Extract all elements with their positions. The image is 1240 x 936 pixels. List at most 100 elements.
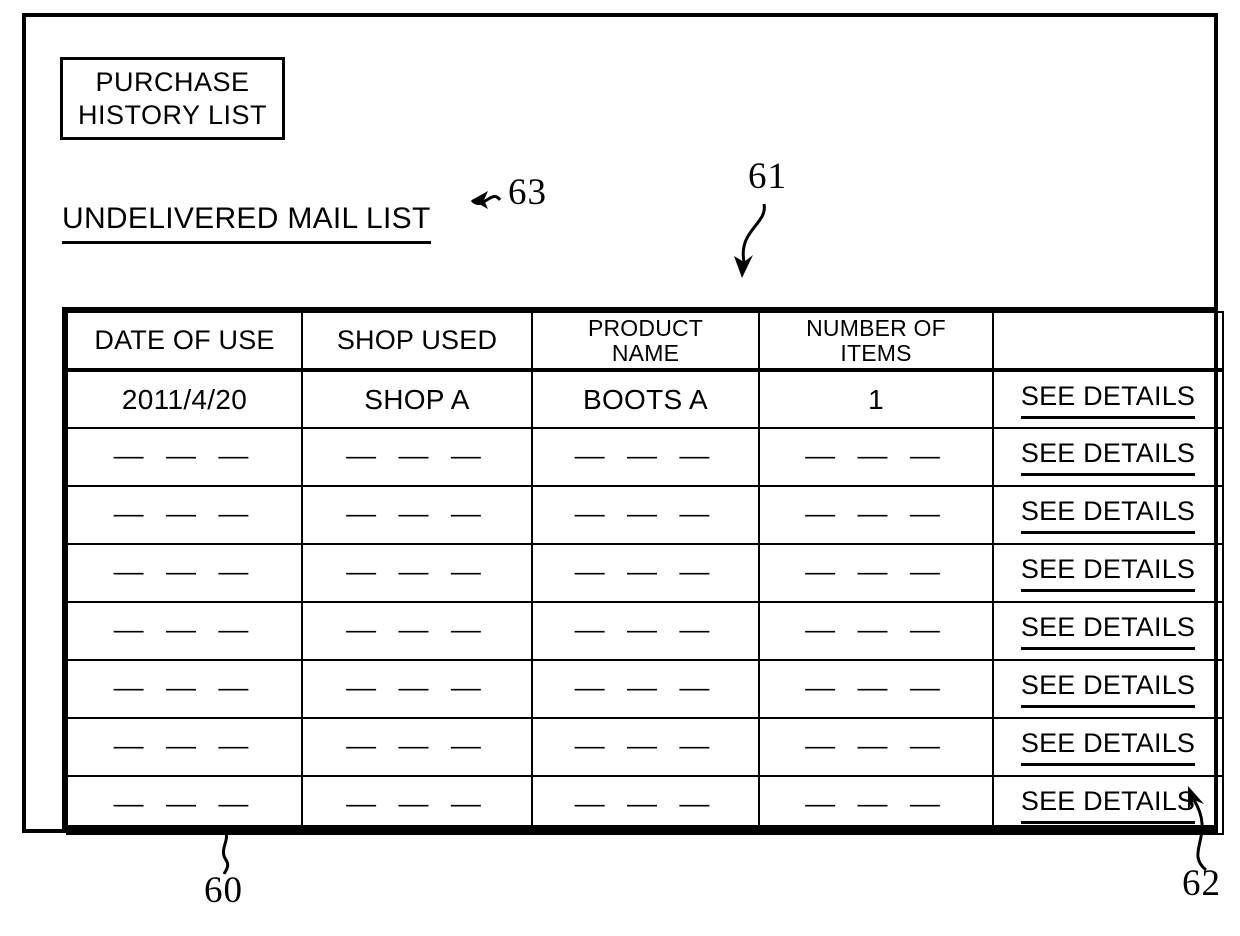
cell-date-of-use: — — — [66,659,303,719]
cell-see-details[interactable]: SEE DETAILS [992,427,1224,487]
table-row: — — — — — — — — — — — — SEE DETAILS [66,659,1224,719]
cell-shop-used: — — — [301,717,533,777]
placeholder-dashes: — — — [346,447,488,466]
placeholder-dashes: — — — [113,795,256,814]
placeholder-dashes: — — — [346,795,488,814]
placeholder-dashes: — — — [574,563,717,582]
cell-product-name: — — — [531,601,760,661]
value-number-of-items: 1 [868,383,884,415]
placeholder-dashes: — — — [113,447,256,466]
cell-date-of-use: — — — [66,543,303,603]
cell-product-name: — — — [531,659,760,719]
placeholder-dashes: — — — [805,679,947,698]
placeholder-dashes: — — — [574,795,717,814]
cell-shop-used: — — — [301,427,533,487]
placeholder-dashes: — — — [346,505,488,524]
purchase-history-table: DATE OF USE SHOP USED PRODUCT NAME NUMBE… [62,307,1224,835]
placeholder-dashes: — — — [113,737,256,756]
cell-product-name: BOOTS A [531,369,760,429]
cell-number-of-items: 1 [758,369,994,429]
placeholder-dashes: — — — [113,563,256,582]
placeholder-dashes: — — — [113,679,256,698]
cell-date-of-use: — — — [66,775,303,835]
cell-product-name: — — — [531,775,760,835]
cell-product-name: — — — [531,543,760,603]
placeholder-dashes: — — — [805,621,947,640]
header-label-product-name-line-2: NAME [611,339,680,366]
header-label-number-of-items-line-2: ITEMS [840,339,912,366]
cell-see-details[interactable]: SEE DETAILS [992,543,1224,603]
cell-see-details[interactable]: SEE DETAILS [992,659,1224,719]
cell-see-details[interactable]: SEE DETAILS [992,369,1224,429]
value-shop-used: SHOP A [364,383,470,415]
header-cell-date-of-use: DATE OF USE [66,311,303,372]
cell-see-details[interactable]: SEE DETAILS [992,717,1224,777]
cell-number-of-items: — — — [758,775,994,835]
cell-shop-used: — — — [301,775,533,835]
table-body: 2011/4/20 SHOP A BOOTS A 1 SEE DETAILS — — — —… [66,369,1224,835]
placeholder-dashes: — — — [346,563,488,582]
cell-product-name: — — — [531,485,760,545]
table-row: — — — — — — — — — — — — SEE DETAILS [66,601,1224,661]
cell-see-details[interactable]: SEE DETAILS [992,601,1224,661]
cell-number-of-items: — — — [758,601,994,661]
see-details-link[interactable]: SEE DETAILS [1020,496,1196,534]
screen-title-box: PURCHASE HISTORY LIST [60,57,285,140]
header-cell-actions [992,311,1224,372]
leader-line-63 [470,191,502,209]
see-details-link[interactable]: SEE DETAILS [1020,438,1196,476]
reference-numeral-60: 60 [204,870,243,911]
undelivered-mail-list-link[interactable]: UNDELIVERED MAIL LIST [62,202,431,244]
cell-date-of-use: — — — [66,601,303,661]
cell-shop-used: SHOP A [301,369,533,429]
placeholder-dashes: — — — [574,737,717,756]
see-details-link[interactable]: SEE DETAILS [1020,612,1196,650]
table-row: 2011/4/20 SHOP A BOOTS A 1 SEE DETAILS [66,369,1224,429]
table-row: — — — — — — — — — — — — SEE DETAILS [66,427,1224,487]
placeholder-dashes: — — — [574,679,717,698]
cell-see-details[interactable]: SEE DETAILS [992,485,1224,545]
cell-number-of-items: — — — [758,659,994,719]
placeholder-dashes: — — — [346,737,488,756]
header-label-number-of-items-line-1: NUMBER OF [806,315,946,342]
placeholder-dashes: — — — [805,505,947,524]
table-row: — — — — — — — — — — — — SEE DETAILS [66,543,1224,603]
header-label-product-name-line-1: PRODUCT [587,315,704,342]
placeholder-dashes: — — — [805,563,947,582]
leader-line-61 [734,203,766,278]
cell-date-of-use: — — — [66,717,303,777]
placeholder-dashes: — — — [574,621,717,640]
table-row: — — — — — — — — — — — — SEE DETAILS [66,485,1224,545]
cell-date-of-use: 2011/4/20 [66,369,303,429]
table-row: — — — — — — — — — — — — SEE DETAILS [66,775,1224,835]
cell-date-of-use: — — — [66,427,303,487]
cell-number-of-items: — — — [758,543,994,603]
header-cell-number-of-items: NUMBER OF ITEMS [758,311,994,372]
value-product-name: BOOTS A [582,383,709,415]
table-header-row: DATE OF USE SHOP USED PRODUCT NAME NUMBE… [66,311,1224,372]
placeholder-dashes: — — — [113,621,256,640]
cell-shop-used: — — — [301,601,533,661]
see-details-link[interactable]: SEE DETAILS [1020,670,1196,708]
header-label-date-of-use: DATE OF USE [94,325,275,356]
placeholder-dashes: — — — [805,795,947,814]
screen-title-line-2: HISTORY LIST [77,99,268,130]
reference-numeral-61: 61 [748,156,787,197]
placeholder-dashes: — — — [574,505,717,524]
header-cell-shop-used: SHOP USED [301,311,533,372]
cell-number-of-items: — — — [758,717,994,777]
cell-shop-used: — — — [301,485,533,545]
see-details-link[interactable]: SEE DETAILS [1020,554,1196,592]
placeholder-dashes: — — — [346,679,488,698]
cell-product-name: — — — [531,427,760,487]
cell-number-of-items: — — — [758,427,994,487]
see-details-link[interactable]: SEE DETAILS [1020,381,1196,419]
see-details-link[interactable]: SEE DETAILS [1020,728,1196,766]
cell-shop-used: — — — [301,543,533,603]
device-screen-frame: PURCHASE HISTORY LIST UNDELIVERED MAIL L… [22,13,1224,835]
cell-number-of-items: — — — [758,485,994,545]
cell-product-name: — — — [531,717,760,777]
placeholder-dashes: — — — [113,505,256,524]
placeholder-dashes: — — — [805,447,947,466]
reference-numeral-62: 62 [1182,863,1221,904]
